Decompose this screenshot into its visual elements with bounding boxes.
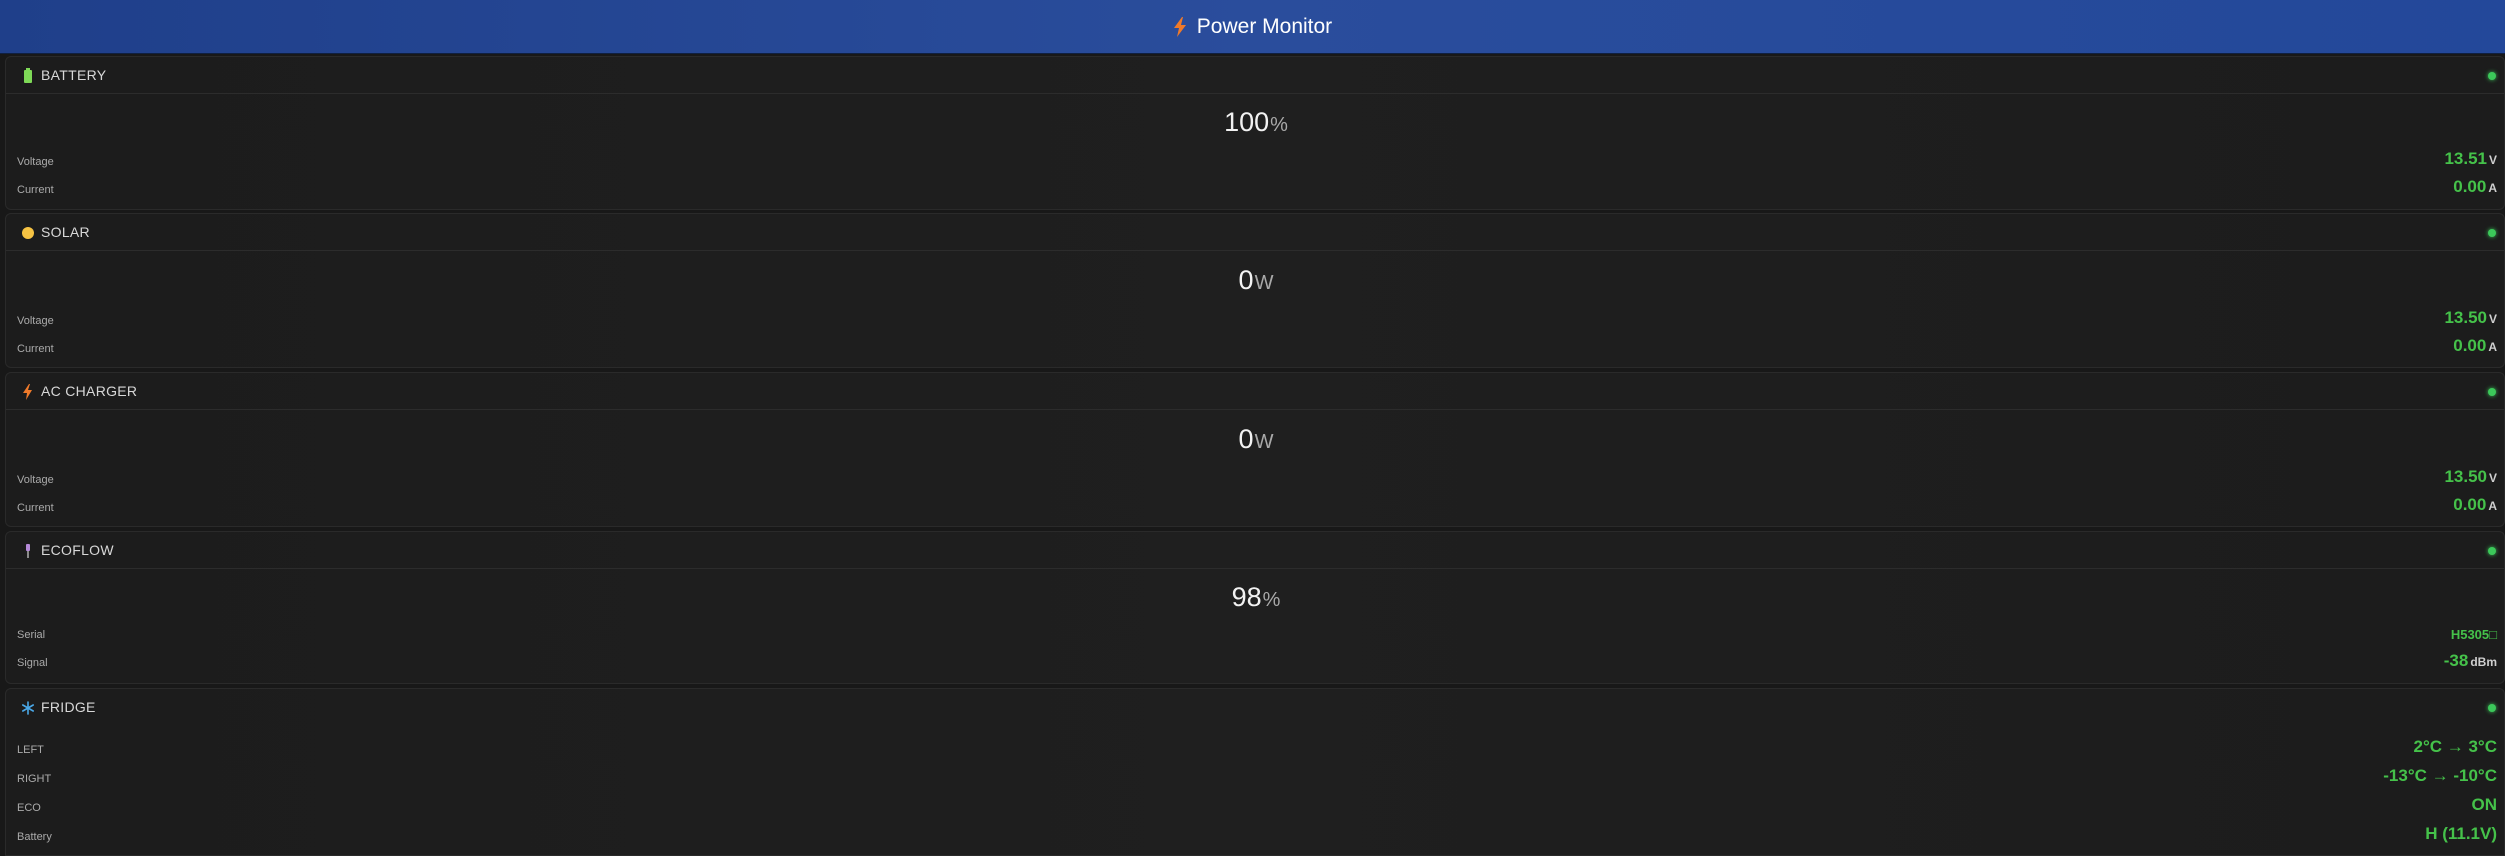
current-value: 0.00 A (2453, 336, 2497, 355)
current-label: Current (17, 343, 54, 355)
current-value: 0.00 A (2453, 177, 2497, 196)
signal-value: -38 dBm (2443, 651, 2497, 670)
serial-label: Serial (17, 629, 46, 641)
status-indicator (2488, 388, 2496, 396)
battery-level-value: 100 (1224, 107, 1270, 137)
ecoflow-level-value: 98 (1231, 582, 1262, 612)
fridge-eco-label: ECO (17, 802, 41, 814)
ecoflow-level: 98% (6, 582, 2505, 613)
ecoflow-panel: ECOFLOW 98% Serial H5305□ Signal -38 dBm (5, 531, 2505, 684)
voltage-value: 13.50 V (2444, 308, 2497, 327)
current-value: 0.00 A (2453, 495, 2497, 514)
fridge-battery-label: Battery (17, 831, 52, 843)
battery-title: BATTERY (41, 67, 107, 83)
current-label: Current (17, 502, 54, 514)
voltage-value: 13.50 V (2444, 467, 2497, 486)
sun-icon (22, 227, 34, 239)
ac-charger-power: 0W (6, 424, 2505, 455)
fridge-left-value: 2°C → 3°C (2413, 737, 2497, 756)
ac-charger-power-unit: W (1254, 431, 1274, 453)
voltage-label: Voltage (17, 474, 54, 486)
ac-charger-power-value: 0 (1238, 424, 1254, 454)
plug-icon (26, 544, 30, 558)
status-indicator (2488, 229, 2496, 237)
ecoflow-title: ECOFLOW (41, 542, 114, 558)
bolt-icon (1173, 16, 1186, 37)
status-indicator (2488, 72, 2496, 80)
battery-level-unit: % (1270, 114, 1288, 136)
bolt-icon (23, 384, 32, 400)
fridge-title: FRIDGE (41, 699, 96, 715)
ecoflow-level-unit: % (1262, 589, 1281, 611)
solar-power-value: 0 (1238, 265, 1254, 295)
app-header: Power Monitor (0, 0, 2505, 54)
fridge-panel-header: FRIDGE (6, 689, 2504, 726)
battery-panel-header: BATTERY (6, 57, 2504, 94)
ac-charger-panel-header: AC CHARGER (6, 373, 2504, 410)
solar-power-unit: W (1254, 272, 1274, 294)
solar-panel: SOLAR 0W Voltage 13.50 V Current 0.00 A (5, 213, 2505, 368)
current-label: Current (17, 184, 54, 196)
battery-icon (24, 68, 32, 83)
serial-value: H5305□ (2450, 627, 2497, 642)
fridge-battery-value: H (11.1V) (2425, 824, 2497, 843)
solar-power: 0W (6, 265, 2505, 296)
status-indicator (2488, 547, 2496, 555)
fridge-left-label: LEFT (17, 744, 44, 756)
ac-charger-panel: AC CHARGER 0W Voltage 13.50 V Current 0.0… (5, 372, 2505, 527)
solar-title: SOLAR (41, 224, 90, 240)
signal-label: Signal (17, 657, 48, 669)
fridge-right-label: RIGHT (17, 773, 52, 785)
solar-panel-header: SOLAR (6, 214, 2504, 251)
battery-level: 100% (6, 107, 2505, 138)
voltage-label: Voltage (17, 156, 54, 168)
ac-charger-title: AC CHARGER (41, 383, 138, 399)
voltage-label: Voltage (17, 315, 54, 327)
fridge-panel: FRIDGE LEFT 2°C → 3°C RIGHT -13°C → -10°… (5, 688, 2505, 856)
fridge-right-value: -13°C → -10°C (2383, 766, 2497, 785)
fridge-eco-value: ON (2471, 795, 2498, 814)
battery-panel: BATTERY 100% Voltage 13.51 V Current 0.00… (5, 56, 2505, 210)
page-title: Power Monitor (1196, 14, 1333, 38)
ecoflow-panel-header: ECOFLOW (6, 532, 2504, 569)
snowflake-icon (21, 701, 34, 715)
status-indicator (2488, 704, 2496, 712)
voltage-value: 13.51 V (2444, 149, 2497, 168)
